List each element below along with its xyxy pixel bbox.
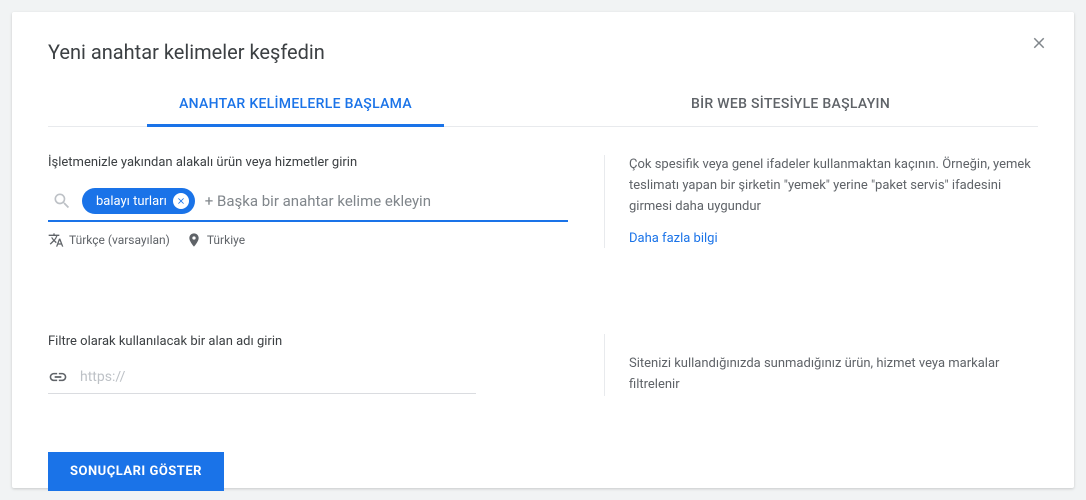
domain-filter-section: Filtre olarak kullanılacak bir alan adı …: [48, 334, 1038, 396]
keywords-help-text: Çok spesifik veya genel ifadeler kullanm…: [629, 155, 1038, 217]
keywords-section: İşletmenizle yakından alakalı ürün veya …: [48, 155, 1038, 248]
language-label: Türkçe (varsayılan): [69, 233, 170, 247]
learn-more-link[interactable]: Daha fazla bilgi: [629, 231, 718, 246]
link-icon: [48, 367, 68, 387]
translate-icon: [48, 232, 64, 248]
location-selector[interactable]: Türkiye: [186, 232, 245, 248]
domain-input-wrap: [48, 363, 476, 394]
close-icon: [176, 196, 186, 206]
keyword-input[interactable]: balayı turları + Başka bir anahtar kelim…: [48, 184, 568, 222]
keyword-planner-modal: Yeni anahtar kelimeler keşfedin ANAHTAR …: [12, 12, 1074, 488]
chip-remove-button[interactable]: [173, 193, 189, 209]
tab-bar: ANAHTAR KELİMELERLE BAŞLAMA BİR WEB SİTE…: [48, 84, 1038, 127]
chip-label: balayı turları: [96, 194, 167, 209]
domain-input[interactable]: [80, 369, 476, 385]
search-icon: [52, 191, 72, 211]
language-selector[interactable]: Türkçe (varsayılan): [48, 232, 170, 248]
tab-website[interactable]: BİR WEB SİTESİYLE BAŞLAYIN: [543, 84, 1038, 126]
domain-label: Filtre olarak kullanılacak bir alan adı …: [48, 334, 568, 349]
keywords-label: İşletmenizle yakından alakalı ürün veya …: [48, 155, 568, 170]
modal-title: Yeni anahtar kelimeler keşfedin: [48, 40, 1038, 64]
close-button[interactable]: [1030, 34, 1048, 52]
keyword-chip: balayı turları: [82, 188, 195, 214]
keyword-placeholder: + Başka bir anahtar kelime ekleyin: [205, 192, 431, 210]
location-icon: [186, 232, 202, 248]
domain-help-text: Sitenizi kullandığınızda sunmadığınız ür…: [629, 354, 1038, 396]
show-results-button[interactable]: SONUÇLARI GÖSTER: [48, 452, 224, 491]
close-icon: [1030, 34, 1048, 52]
targeting-row: Türkçe (varsayılan) Türkiye: [48, 232, 568, 248]
tab-keywords[interactable]: ANAHTAR KELİMELERLE BAŞLAMA: [48, 84, 543, 126]
location-label: Türkiye: [207, 233, 245, 247]
